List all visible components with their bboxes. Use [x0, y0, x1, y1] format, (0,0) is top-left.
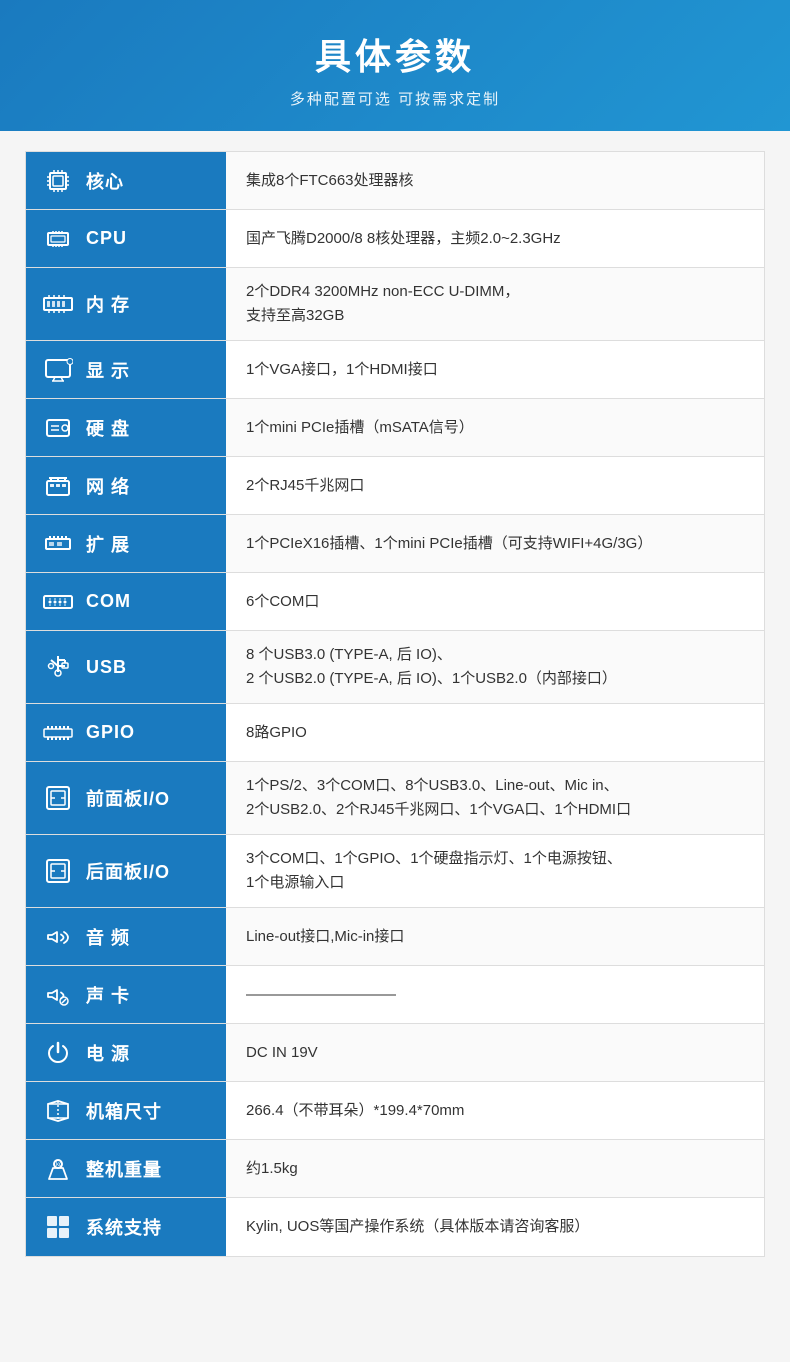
spec-table: 核心 集成8个FTC663处理器核 CPU 国产飞腾D2000/8 8核处理器，主频…	[25, 151, 765, 1257]
spec-label-core: 核心	[26, 152, 226, 209]
spec-row-rear-panel: 后面板I/O 3个COM口、1个GPIO、1个硬盘指示灯、1个电源按钮、 1个电源…	[26, 835, 764, 908]
spec-name-weight: 整机重量	[86, 1156, 162, 1182]
spec-label-chassis: 机箱尺寸	[26, 1082, 226, 1139]
spec-name-usb: USB	[86, 657, 127, 678]
spec-row-weight: kg 整机重量约1.5kg	[26, 1140, 764, 1198]
spec-row-soundcard: 声 卡 ——————————	[26, 966, 764, 1024]
panel-icon	[40, 853, 76, 889]
spec-name-core: 核心	[86, 168, 124, 194]
spec-name-display: 显 示	[86, 357, 130, 383]
audio-icon	[40, 919, 76, 955]
page-title: 具体参数	[20, 28, 770, 80]
network-icon	[40, 468, 76, 504]
spec-label-front-panel: 前面板I/O	[26, 762, 226, 834]
spec-row-network: 网 络 2个RJ45千兆网口	[26, 457, 764, 515]
spec-name-memory: 内 存	[86, 291, 130, 317]
spec-name-network: 网 络	[86, 473, 130, 499]
spec-name-com: COM	[86, 591, 131, 612]
spec-value-gpio: 8路GPIO	[226, 704, 764, 761]
spec-label-soundcard: 声 卡	[26, 966, 226, 1023]
spec-label-gpio: GPIO	[26, 704, 226, 761]
spec-label-usb: USB	[26, 631, 226, 703]
spec-label-storage: 硬 盘	[26, 399, 226, 456]
spec-name-chassis: 机箱尺寸	[86, 1098, 162, 1124]
usb-icon	[40, 649, 76, 685]
spec-row-com: COM 6个COM口	[26, 573, 764, 631]
spec-label-memory: 内 存	[26, 268, 226, 340]
panel-icon	[40, 780, 76, 816]
spec-label-power: 电 源	[26, 1024, 226, 1081]
spec-label-audio: 音 频	[26, 908, 226, 965]
power-icon	[40, 1035, 76, 1071]
com-icon	[40, 584, 76, 620]
spec-row-storage: 硬 盘 1个mini PCIe插槽（mSATA信号）	[26, 399, 764, 457]
spec-value-soundcard: ——————————	[226, 966, 764, 1023]
spec-value-chassis: 266.4（不带耳朵）*199.4*70mm	[226, 1082, 764, 1139]
spec-row-front-panel: 前面板I/O 1个PS/2、3个COM口、8个USB3.0、Line-out、Mi…	[26, 762, 764, 835]
spec-value-cpu: 国产飞腾D2000/8 8核处理器，主频2.0~2.3GHz	[226, 210, 764, 267]
spec-row-usb: USB 8 个USB3.0 (TYPE-A, 后 IO)、 2 个USB2.0 (…	[26, 631, 764, 704]
spec-value-storage: 1个mini PCIe插槽（mSATA信号）	[226, 399, 764, 456]
expansion-icon	[40, 526, 76, 562]
gpio-icon	[40, 715, 76, 751]
os-icon	[40, 1209, 76, 1245]
weight-icon: kg	[40, 1151, 76, 1187]
svg-text:kg: kg	[56, 1162, 62, 1168]
page-header: 具体参数 多种配置可选 可按需求定制	[0, 0, 790, 131]
spec-name-expansion: 扩 展	[86, 531, 130, 557]
chip-icon	[40, 163, 76, 199]
hdd-icon	[40, 410, 76, 446]
spec-value-power: DC IN 19V	[226, 1024, 764, 1081]
spec-value-com: 6个COM口	[226, 573, 764, 630]
spec-name-rear-panel: 后面板I/O	[86, 858, 170, 884]
spec-row-core: 核心 集成8个FTC663处理器核	[26, 152, 764, 210]
cpu-icon	[40, 221, 76, 257]
spec-row-memory: 内 存 2个DDR4 3200MHz non-ECC U-DIMM， 支持至高32…	[26, 268, 764, 341]
spec-value-usb: 8 个USB3.0 (TYPE-A, 后 IO)、 2 个USB2.0 (TYP…	[226, 631, 764, 703]
spec-name-audio: 音 频	[86, 924, 130, 950]
spec-row-gpio: GPIO 8路GPIO	[26, 704, 764, 762]
spec-label-network: 网 络	[26, 457, 226, 514]
memory-icon	[40, 286, 76, 322]
display-icon	[40, 352, 76, 388]
spec-name-gpio: GPIO	[86, 722, 135, 743]
page-subtitle: 多种配置可选 可按需求定制	[20, 88, 770, 109]
soundcard-icon	[40, 977, 76, 1013]
spec-label-cpu: CPU	[26, 210, 226, 267]
spec-name-soundcard: 声 卡	[86, 982, 130, 1008]
spec-row-cpu: CPU 国产飞腾D2000/8 8核处理器，主频2.0~2.3GHz	[26, 210, 764, 268]
spec-value-network: 2个RJ45千兆网口	[226, 457, 764, 514]
spec-name-power: 电 源	[86, 1040, 130, 1066]
spec-label-expansion: 扩 展	[26, 515, 226, 572]
spec-label-os: 系统支持	[26, 1198, 226, 1256]
spec-row-chassis: 机箱尺寸 266.4（不带耳朵）*199.4*70mm	[26, 1082, 764, 1140]
spec-label-display: 显 示	[26, 341, 226, 398]
spec-row-display: 显 示 1个VGA接口，1个HDMI接口	[26, 341, 764, 399]
spec-value-core: 集成8个FTC663处理器核	[226, 152, 764, 209]
spec-row-expansion: 扩 展 1个PCIeX16插槽、1个mini PCIe插槽（可支持WIFI+4G/…	[26, 515, 764, 573]
spec-row-power: 电 源 DC IN 19V	[26, 1024, 764, 1082]
spec-value-rear-panel: 3个COM口、1个GPIO、1个硬盘指示灯、1个电源按钮、 1个电源输入口	[226, 835, 764, 907]
spec-row-os: 系统支持 Kylin, UOS等国产操作系统（具体版本请咨询客服）	[26, 1198, 764, 1256]
spec-value-expansion: 1个PCIeX16插槽、1个mini PCIe插槽（可支持WIFI+4G/3G）	[226, 515, 764, 572]
spec-value-memory: 2个DDR4 3200MHz non-ECC U-DIMM， 支持至高32GB	[226, 268, 764, 340]
spec-value-audio: Line-out接口,Mic-in接口	[226, 908, 764, 965]
spec-row-audio: 音 频 Line-out接口,Mic-in接口	[26, 908, 764, 966]
spec-value-os: Kylin, UOS等国产操作系统（具体版本请咨询客服）	[226, 1198, 764, 1256]
spec-name-cpu: CPU	[86, 228, 127, 249]
spec-name-os: 系统支持	[86, 1214, 162, 1240]
spec-label-weight: kg 整机重量	[26, 1140, 226, 1197]
spec-label-rear-panel: 后面板I/O	[26, 835, 226, 907]
spec-value-front-panel: 1个PS/2、3个COM口、8个USB3.0、Line-out、Mic in、 …	[226, 762, 764, 834]
chassis-icon	[40, 1093, 76, 1129]
spec-name-storage: 硬 盘	[86, 415, 130, 441]
spec-value-display: 1个VGA接口，1个HDMI接口	[226, 341, 764, 398]
spec-label-com: COM	[26, 573, 226, 630]
spec-value-weight: 约1.5kg	[226, 1140, 764, 1197]
spec-name-front-panel: 前面板I/O	[86, 785, 170, 811]
